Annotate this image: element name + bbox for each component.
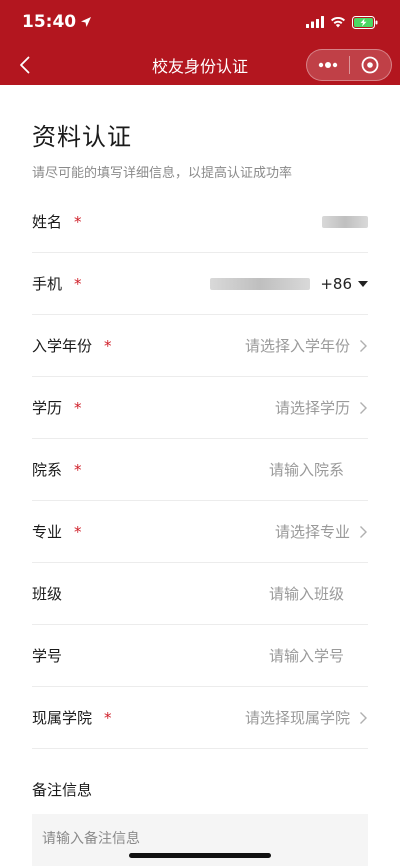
page-title: 资料认证 — [32, 123, 132, 151]
page-subtitle: 请尽可能的填写详细信息，以提高认证成功率 — [32, 166, 293, 181]
current-college-placeholder: 请选择现属学院 — [244, 709, 350, 727]
chevron-right-icon — [360, 525, 367, 538]
nav-title: 校友身份认证 — [151, 56, 248, 76]
major-placeholder: 请选择专业 — [274, 523, 350, 541]
form-content: 资料认证 请尽可能的填写详细信息，以提高认证成功率 姓名 * 手机 * +86 … — [0, 117, 400, 866]
remark-placeholder: 请输入备注信息 — [42, 831, 140, 847]
class-label-text: 班级 — [32, 585, 63, 603]
required-mark: * — [74, 212, 82, 231]
department-label-text: 院系 — [32, 461, 63, 479]
required-mark: * — [74, 460, 82, 479]
major-row[interactable]: 专业 * 请选择专业 — [32, 501, 368, 563]
enrollment-year-row[interactable]: 入学年份 * 请选择入学年份 — [32, 315, 368, 377]
current-college-row[interactable]: 现属学院 * 请选择现属学院 — [32, 687, 368, 749]
signal-icon — [306, 16, 324, 28]
class-input[interactable]: 请输入班级 — [269, 583, 368, 604]
home-indicator — [129, 853, 271, 858]
education-label-text: 学历 — [32, 399, 63, 417]
country-code-text: +86 — [320, 274, 352, 293]
chevron-right-icon — [360, 339, 367, 352]
name-masked-value — [322, 215, 368, 228]
phone-label: 手机 * — [32, 273, 82, 294]
time-text: 15:40 — [22, 12, 77, 32]
chevron-right-icon — [360, 401, 367, 414]
status-icons — [306, 15, 378, 29]
required-mark: * — [74, 274, 82, 293]
miniprogram-capsule — [306, 48, 392, 81]
student-id-row[interactable]: 学号 请输入学号 — [32, 625, 368, 687]
nav-bar: 校友身份认证 — [0, 44, 400, 85]
department-input[interactable]: 请输入院系 — [269, 459, 368, 480]
current-college-select[interactable]: 请选择现属学院 — [245, 707, 368, 728]
name-row[interactable]: 姓名 * — [32, 191, 368, 253]
class-placeholder: 请输入班级 — [268, 585, 344, 603]
phone-label-text: 手机 — [32, 275, 63, 293]
remark-textarea[interactable]: 请输入备注信息 — [32, 814, 368, 866]
student-id-label: 学号 — [32, 645, 62, 666]
required-mark: * — [104, 336, 112, 355]
chevron-left-icon — [19, 56, 29, 73]
enrollment-year-label: 入学年份 * — [32, 335, 112, 356]
more-dots-icon — [318, 61, 337, 68]
more-button[interactable] — [307, 50, 349, 80]
department-placeholder: 请输入院系 — [268, 461, 344, 479]
name-label: 姓名 * — [32, 211, 82, 232]
student-id-placeholder: 请输入学号 — [268, 647, 344, 665]
current-college-label: 现属学院 * — [32, 707, 112, 728]
status-time: 15:40 — [22, 12, 92, 32]
caret-down-icon — [358, 280, 368, 287]
enrollment-year-label-text: 入学年份 — [32, 337, 93, 355]
education-select[interactable]: 请选择学历 — [275, 397, 368, 418]
education-label: 学历 * — [32, 397, 82, 418]
class-label: 班级 — [32, 583, 62, 604]
location-arrow-icon — [81, 17, 92, 27]
department-label: 院系 * — [32, 459, 82, 480]
status-bar: 15:40 — [0, 0, 400, 44]
country-code-select[interactable]: +86 — [320, 275, 368, 293]
name-label-text: 姓名 — [32, 213, 63, 231]
phone-masked-value — [210, 277, 311, 290]
close-miniprogram-button[interactable] — [350, 50, 392, 80]
header-bar: 15:40 校友身份认证 — [0, 0, 400, 85]
department-row[interactable]: 院系 * 请输入院系 — [32, 439, 368, 501]
name-field[interactable] — [322, 215, 368, 228]
student-id-input[interactable]: 请输入学号 — [269, 645, 368, 666]
phone-field[interactable]: +86 — [210, 275, 368, 293]
chevron-right-icon — [360, 711, 367, 724]
education-placeholder: 请选择学历 — [274, 399, 350, 417]
remark-label: 备注信息 — [32, 781, 93, 799]
student-id-label-text: 学号 — [32, 647, 63, 665]
education-row[interactable]: 学历 * 请选择学历 — [32, 377, 368, 439]
required-mark: * — [104, 708, 112, 727]
required-mark: * — [74, 522, 82, 541]
enrollment-year-select[interactable]: 请选择入学年份 — [245, 335, 368, 356]
current-college-label-text: 现属学院 — [32, 709, 93, 727]
wifi-icon — [331, 16, 345, 28]
target-circle-icon — [361, 56, 379, 73]
major-select[interactable]: 请选择专业 — [275, 521, 368, 542]
major-label-text: 专业 — [32, 523, 63, 541]
enrollment-year-placeholder: 请选择入学年份 — [244, 337, 350, 355]
required-mark: * — [74, 398, 82, 417]
class-row[interactable]: 班级 请输入班级 — [32, 563, 368, 625]
phone-row[interactable]: 手机 * +86 — [32, 253, 368, 315]
major-label: 专业 * — [32, 521, 82, 542]
back-button[interactable] — [14, 53, 34, 77]
battery-charging-icon — [352, 15, 378, 29]
